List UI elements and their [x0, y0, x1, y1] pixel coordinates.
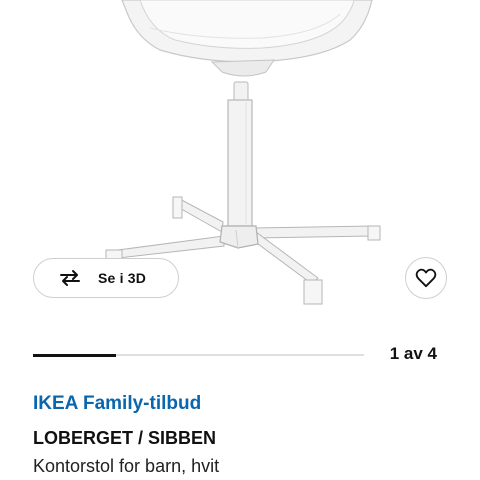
product-page: Se i 3D 1 av 4 IKEA Family-tilbud LOBERG… — [0, 0, 480, 480]
view-3d-label: Se i 3D — [98, 270, 147, 286]
gallery-progress-fill — [33, 353, 116, 357]
gallery-progress-track — [33, 353, 364, 357]
family-offer-label: IKEA Family-tilbud — [33, 393, 202, 414]
favorite-button[interactable] — [405, 257, 447, 299]
product-name[interactable]: LOBERGET / SIBBEN — [33, 428, 216, 449]
product-description: Kontorstol for barn, hvit — [33, 456, 220, 476]
heart-icon — [415, 268, 437, 288]
gallery-counter: 1 av 4 — [389, 344, 437, 363]
view-3d-button[interactable]: Se i 3D — [33, 258, 179, 298]
rotate-arrows-icon — [56, 268, 84, 288]
